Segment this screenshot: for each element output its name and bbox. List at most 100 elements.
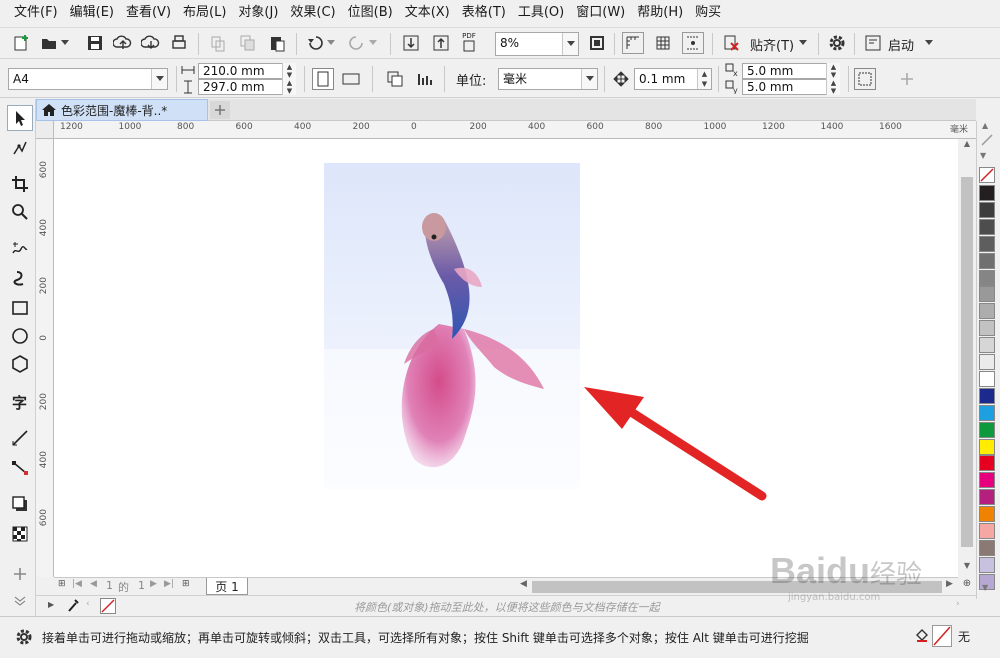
- no-color-swatch[interactable]: [979, 167, 995, 183]
- page-size-select[interactable]: A4: [8, 68, 168, 90]
- rectangle-tool-icon[interactable]: [7, 295, 33, 321]
- copy-icon[interactable]: [236, 32, 258, 54]
- scroll-left-icon[interactable]: ◀: [520, 579, 527, 589]
- last-page-icon[interactable]: ▶|: [164, 579, 174, 589]
- cloud-download-icon[interactable]: [140, 32, 162, 54]
- palette-swatch[interactable]: [979, 387, 995, 404]
- home-icon[interactable]: [37, 103, 61, 117]
- toolbox-more-icon[interactable]: [10, 593, 30, 609]
- vertical-ruler[interactable]: 600 400 200 0 200 400 600: [36, 139, 54, 577]
- palette-swatch[interactable]: [979, 506, 995, 523]
- palette-scroll-down-icon[interactable]: ▼: [982, 583, 994, 593]
- menu-item-0[interactable]: 文件(F): [8, 0, 64, 26]
- palette-swatch[interactable]: [979, 337, 995, 354]
- page-height-spinner[interactable]: ▲ ▼: [282, 79, 296, 95]
- drop-shadow-tool-icon[interactable]: [7, 491, 33, 517]
- dimension-tool-icon[interactable]: [7, 425, 33, 451]
- palette-swatch[interactable]: [979, 235, 995, 252]
- scroll-up-icon[interactable]: ▲: [962, 139, 972, 153]
- nudge-spinner[interactable]: ▲ ▼: [697, 69, 711, 89]
- undo-icon[interactable]: [304, 32, 326, 54]
- menu-item-2[interactable]: 查看(V): [120, 0, 177, 26]
- next-page-icon[interactable]: ▶: [150, 579, 157, 589]
- menu-item-1[interactable]: 编辑(E): [64, 0, 120, 26]
- ruler-origin[interactable]: [36, 121, 54, 139]
- palette-swatch[interactable]: [979, 185, 995, 201]
- eyedropper-icon[interactable]: [66, 597, 80, 613]
- scroll-right-icon[interactable]: ▶: [946, 579, 953, 589]
- landscape-orientation-icon[interactable]: [340, 68, 362, 90]
- palette-swatch[interactable]: [979, 201, 995, 218]
- color-bar-forward-icon[interactable]: ›: [956, 599, 960, 609]
- paste-icon[interactable]: [266, 32, 288, 54]
- zoom-dropdown[interactable]: [562, 33, 578, 55]
- redo-icon[interactable]: [346, 32, 368, 54]
- vertical-scroll-thumb[interactable]: [961, 177, 973, 547]
- zoom-navigator-icon[interactable]: ⊕: [958, 578, 976, 594]
- palette-swatch[interactable]: [979, 286, 995, 303]
- save-icon[interactable]: [84, 32, 106, 54]
- launch-icon[interactable]: [862, 32, 884, 54]
- palette-swatch[interactable]: [979, 404, 995, 421]
- document-tab[interactable]: 色彩范围-魔棒-背..*: [36, 99, 208, 121]
- palette-options-icon[interactable]: ▼: [980, 151, 994, 163]
- new-document-icon[interactable]: [10, 32, 32, 54]
- shape-tool-icon[interactable]: [7, 135, 33, 161]
- options-gear-icon[interactable]: [826, 32, 848, 54]
- palette-swatch[interactable]: [979, 539, 995, 556]
- snap-to-menu[interactable]: 贴齐(T): [750, 35, 794, 54]
- outline-none-swatch[interactable]: [932, 625, 952, 647]
- menu-item-6[interactable]: 位图(B): [342, 0, 399, 26]
- palette-swatch[interactable]: [979, 320, 995, 337]
- menu-item-11[interactable]: 帮助(H): [631, 0, 689, 26]
- show-rulers-icon[interactable]: [622, 32, 644, 54]
- page-width-spinner[interactable]: ▲ ▼: [282, 63, 296, 79]
- palette-swatch[interactable]: [979, 370, 995, 387]
- menu-item-3[interactable]: 布局(L): [177, 0, 232, 26]
- palette-swatch[interactable]: [979, 438, 995, 455]
- add-page-after-icon[interactable]: ⊞: [182, 579, 190, 589]
- pick-tool-icon[interactable]: [7, 105, 33, 131]
- menu-item-4[interactable]: 对象(J): [232, 0, 284, 26]
- cloud-upload-icon[interactable]: [112, 32, 134, 54]
- palette-pick-icon[interactable]: [980, 133, 994, 147]
- first-page-icon[interactable]: |◀: [72, 579, 82, 589]
- redo-dropdown[interactable]: [366, 32, 380, 54]
- page-tab[interactable]: 页 1: [206, 578, 248, 595]
- menu-item-9[interactable]: 工具(O): [512, 0, 570, 26]
- import-icon[interactable]: [400, 32, 422, 54]
- color-bar-back-icon[interactable]: ‹: [86, 599, 90, 609]
- palette-swatch[interactable]: [979, 455, 995, 472]
- status-options-gear-icon[interactable]: [14, 627, 34, 647]
- palette-swatch[interactable]: [979, 354, 995, 370]
- new-tab-icon[interactable]: [210, 101, 230, 119]
- duplicate-y-spinner[interactable]: ▲ ▼: [826, 79, 840, 95]
- color-bar-expand-icon[interactable]: ▶: [48, 600, 54, 609]
- artistic-media-tool-icon[interactable]: [7, 265, 33, 291]
- menu-item-7[interactable]: 文本(X): [399, 0, 456, 26]
- palette-swatch[interactable]: [979, 523, 995, 539]
- print-icon[interactable]: [168, 32, 190, 54]
- show-grid-icon[interactable]: [652, 32, 674, 54]
- show-guidelines-icon[interactable]: [682, 32, 704, 54]
- palette-swatch[interactable]: [979, 489, 995, 506]
- cut-icon[interactable]: [206, 32, 228, 54]
- add-page-before-icon[interactable]: ⊞: [58, 579, 66, 589]
- connector-tool-icon[interactable]: [7, 455, 33, 481]
- page-border-icon[interactable]: [854, 68, 876, 90]
- polygon-tool-icon[interactable]: [7, 351, 33, 377]
- export-icon[interactable]: [430, 32, 452, 54]
- palette-swatch[interactable]: [979, 218, 995, 235]
- all-pages-icon[interactable]: [384, 68, 406, 90]
- horizontal-scroll-thumb[interactable]: [532, 581, 942, 593]
- open-recent-dropdown[interactable]: [58, 32, 72, 54]
- palette-swatch[interactable]: [979, 303, 995, 320]
- undo-dropdown[interactable]: [324, 32, 338, 54]
- snap-off-icon[interactable]: [720, 32, 742, 54]
- fill-indicator-icon[interactable]: [914, 627, 930, 647]
- palette-swatch[interactable]: [979, 269, 995, 286]
- palette-swatch[interactable]: [979, 421, 995, 438]
- menu-item-5[interactable]: 效果(C): [284, 0, 341, 26]
- palette-scroll-up-icon[interactable]: ▲: [982, 121, 994, 131]
- freehand-tool-icon[interactable]: [7, 235, 33, 261]
